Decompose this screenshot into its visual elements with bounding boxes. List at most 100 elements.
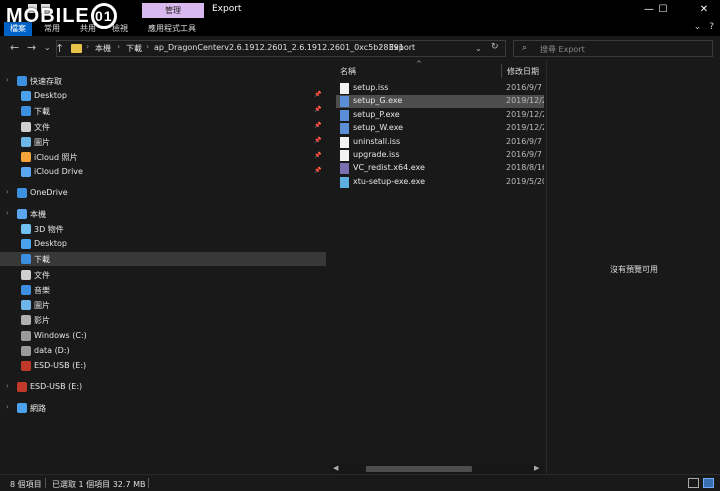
text-file-icon <box>340 83 349 94</box>
file-row[interactable]: xtu-setup-exe.exe 2019/5/20 <box>336 176 544 189</box>
sidebar-item[interactable]: 下載 <box>0 252 326 266</box>
sidebar-item[interactable]: data (D:) <box>0 344 326 358</box>
breadcrumb-export[interactable]: Export <box>389 43 415 52</box>
column-header-name[interactable]: 名稱 <box>340 66 356 77</box>
sidebar-item-label: data (D:) <box>34 346 70 355</box>
sidebar-item-label: Windows (C:) <box>34 331 87 340</box>
watermark-logo-ring: 01 <box>90 3 117 29</box>
breadcrumb-downloads[interactable]: 下載 <box>126 43 142 54</box>
file-row[interactable]: uninstall.iss 2016/9/7 <box>336 136 544 149</box>
sidebar-item-label: iCloud 照片 <box>34 153 78 162</box>
sidebar-item[interactable]: ESD-USB (E:) <box>0 359 326 373</box>
up-button[interactable]: ↑ <box>55 42 64 55</box>
scrollbar-thumb[interactable] <box>366 466 472 472</box>
ribbon-expand-icon[interactable]: ⌄ <box>694 22 702 32</box>
sidebar-item[interactable]: › 快速存取 <box>0 74 326 88</box>
search-box[interactable]: ⌕ 搜尋 Export <box>513 40 713 57</box>
maximize-button[interactable]: ☐ <box>652 0 674 20</box>
sidebar-item-label: 下載 <box>34 107 50 116</box>
file-row[interactable]: setup_W.exe 2019/12/26 <box>336 122 544 135</box>
sidebar-item[interactable]: iCloud 照片 📌 <box>0 150 326 164</box>
sidebar-item[interactable]: iCloud Drive 📌 <box>0 165 326 179</box>
recent-locations-button[interactable]: ⌄ <box>44 43 51 52</box>
download-icon <box>21 106 31 116</box>
expand-chevron-icon[interactable]: › <box>6 76 9 84</box>
file-name: upgrade.iss <box>353 150 400 159</box>
forward-button[interactable]: → <box>27 41 36 54</box>
sidebar-item[interactable]: › 網路 <box>0 401 326 415</box>
file-row[interactable]: VC_redist.x64.exe 2018/8/16 <box>336 162 544 175</box>
details-view-button[interactable] <box>688 478 699 488</box>
sidebar-item[interactable]: 圖片 <box>0 298 326 312</box>
sidebar-item-label: 圖片 <box>34 301 50 310</box>
sidebar-item-label: 快速存取 <box>30 77 62 86</box>
sidebar-item[interactable]: Desktop 📌 <box>0 89 326 103</box>
selection-info: 已選取 1 個項目 32.7 MB <box>52 480 146 489</box>
picture-icon <box>21 137 31 147</box>
text-file-icon <box>340 136 349 148</box>
pin-icon[interactable]: 📌 <box>314 91 321 98</box>
breadcrumb-separator: › <box>86 42 90 51</box>
sidebar-item-label: 本機 <box>30 210 46 219</box>
file-date-modified: 2016/9/7 <box>506 136 542 146</box>
file-row[interactable]: setup_P.exe 2019/12/26 <box>336 109 544 122</box>
breadcrumb-separator: › <box>146 42 150 51</box>
sidebar-item-label: 影片 <box>34 316 50 325</box>
address-bar[interactable]: ↑ › 本機 › 下載 › ap_DragonCenterv2.6.1912.2… <box>55 40 506 57</box>
file-name: VC_redist.x64.exe <box>353 163 425 173</box>
sidebar-item[interactable]: 影片 <box>0 313 326 327</box>
file-name: xtu-setup-exe.exe <box>353 176 426 186</box>
file-row[interactable]: setup_G.exe 2019/12/26 <box>336 95 544 109</box>
refresh-icon[interactable]: ↻ <box>491 42 499 52</box>
close-button[interactable]: ✕ <box>692 0 716 20</box>
column-divider[interactable] <box>501 64 502 78</box>
back-button[interactable]: ← <box>10 41 19 54</box>
file-name: setup_P.exe <box>353 109 400 119</box>
breadcrumb-this-pc[interactable]: 本機 <box>95 43 111 54</box>
breadcrumb-dragoncenter[interactable]: ap_DragonCenterv2.6.1912.2601_2.6.1912.2… <box>154 43 404 52</box>
sidebar-item-label: Desktop <box>34 91 67 100</box>
pin-icon[interactable]: 📌 <box>314 122 321 129</box>
sidebar-item[interactable]: › 本機 <box>0 207 326 221</box>
pin-icon[interactable]: 📌 <box>314 106 321 113</box>
sidebar-item[interactable]: 3D 物件 <box>0 222 326 236</box>
drive-icon <box>21 331 31 341</box>
sort-ascending-icon: ^ <box>416 60 422 68</box>
scroll-left-icon[interactable]: ◀ <box>333 464 338 472</box>
horizontal-scrollbar[interactable]: ◀ ▶ <box>330 463 544 474</box>
sidebar-item[interactable]: › OneDrive <box>0 186 326 200</box>
sidebar-item[interactable]: Desktop <box>0 237 326 251</box>
large-icons-view-button[interactable] <box>703 478 714 488</box>
scroll-right-icon[interactable]: ▶ <box>534 464 539 472</box>
star-icon <box>17 76 27 86</box>
expand-chevron-icon[interactable]: › <box>6 382 9 390</box>
help-icon[interactable]: ? <box>709 22 714 32</box>
sidebar-item[interactable]: 圖片 📌 <box>0 135 326 149</box>
file-row[interactable]: setup.iss 2016/9/7 <box>336 82 544 95</box>
installer-icon <box>340 96 349 108</box>
sidebar-item[interactable]: 文件 <box>0 268 326 282</box>
pin-icon[interactable]: 📌 <box>314 167 321 174</box>
sidebar-item[interactable]: 下載 📌 <box>0 104 326 118</box>
sidebar-item[interactable]: Windows (C:) <box>0 329 326 343</box>
installer-icon <box>340 123 349 135</box>
sidebar-item-label: 3D 物件 <box>34 225 64 234</box>
search-input[interactable]: 搜尋 Export <box>540 44 585 55</box>
expand-chevron-icon[interactable]: › <box>6 209 9 217</box>
watermark-logo-text: MOBILE <box>6 4 90 27</box>
pin-icon[interactable]: 📌 <box>314 152 321 159</box>
address-row: ← → ⌄ ↑ › 本機 › 下載 › ap_DragonCenterv2.6.… <box>0 36 720 60</box>
sidebar-item[interactable]: 音樂 <box>0 283 326 297</box>
address-dropdown-icon[interactable]: ⌄ <box>475 44 482 53</box>
sidebar-item[interactable]: › ESD-USB (E:) <box>0 380 326 394</box>
tab-application-tools[interactable]: 應用程式工具 <box>142 22 202 36</box>
expand-chevron-icon[interactable]: › <box>6 188 9 196</box>
file-row[interactable]: upgrade.iss 2016/9/7 <box>336 149 544 162</box>
desktop-icon <box>21 91 31 101</box>
pin-icon[interactable]: 📌 <box>314 137 321 144</box>
expand-chevron-icon[interactable]: › <box>6 403 9 411</box>
column-header-date-modified[interactable]: 修改日期 <box>507 66 539 77</box>
sidebar-item[interactable]: 文件 📌 <box>0 120 326 134</box>
usb-drive-icon <box>17 382 27 392</box>
folder-icon <box>71 44 82 53</box>
